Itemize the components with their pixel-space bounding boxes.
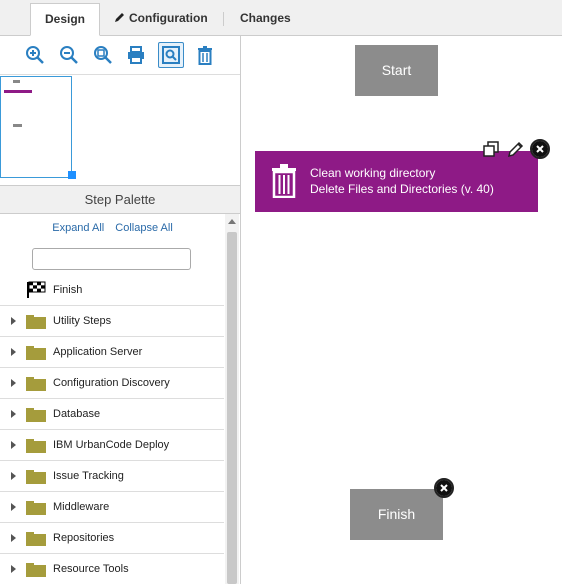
- palette-item-label: Middleware: [53, 501, 110, 513]
- palette-item-label: Finish: [53, 284, 83, 296]
- scroll-up-arrow-icon[interactable]: [228, 219, 236, 224]
- tab-configuration[interactable]: Configuration: [100, 3, 222, 36]
- palette-search-input[interactable]: [32, 248, 191, 270]
- folder-icon: [26, 501, 46, 515]
- zoom-fit-button[interactable]: [90, 42, 116, 68]
- expand-all-link[interactable]: Expand All: [52, 222, 104, 234]
- collapse-all-link[interactable]: Collapse All: [115, 222, 172, 234]
- step-type: Delete Files and Directories (v. 40): [310, 182, 494, 196]
- overview-viewport[interactable]: [0, 76, 72, 178]
- overview-start-node: [13, 80, 20, 83]
- print-icon: [128, 46, 144, 64]
- palette-folder-configuration-discovery[interactable]: Configuration Discovery: [0, 368, 224, 399]
- palette-item-label: Issue Tracking: [53, 470, 124, 482]
- overview-step-node: [4, 90, 32, 93]
- expand-arrow-icon[interactable]: [11, 503, 16, 511]
- folder-icon: [26, 532, 46, 546]
- step-palette: Expand All Collapse All Finish Utility S…: [0, 214, 240, 584]
- tab-changes-label: Changes: [240, 11, 291, 25]
- palette-item-label: Repositories: [53, 532, 115, 544]
- palette-folder-middleware[interactable]: Middleware: [0, 492, 224, 523]
- zoom-fit-icon: [94, 46, 112, 64]
- folder-icon: [26, 439, 46, 453]
- delete-button[interactable]: [192, 42, 218, 68]
- start-node[interactable]: Start: [355, 45, 438, 96]
- copy-icon[interactable]: [483, 141, 499, 157]
- palette-item-label: Application Server: [53, 346, 143, 358]
- design-toolbar: [0, 36, 240, 74]
- zoom-out-icon: [60, 46, 78, 64]
- tab-design-label: Design: [45, 12, 86, 26]
- tab-configuration-label: Configuration: [129, 11, 208, 25]
- design-canvas[interactable]: Start Clean working directory Delete Fil…: [242, 36, 562, 584]
- print-button[interactable]: [123, 42, 149, 68]
- trash-icon: [272, 164, 296, 198]
- remove-step-button[interactable]: [530, 139, 550, 159]
- tab-design[interactable]: Design: [30, 3, 101, 36]
- expand-collapse-links: Expand All Collapse All: [0, 222, 225, 234]
- tab-separator: [223, 12, 224, 26]
- folder-icon: [26, 408, 46, 422]
- overview-icon: [162, 46, 180, 64]
- palette-item-label: Utility Steps: [53, 315, 112, 327]
- palette-folder-application-server[interactable]: Application Server: [0, 337, 224, 368]
- palette-item-label: Resource Tools: [53, 563, 129, 575]
- finish-node[interactable]: Finish: [350, 489, 443, 540]
- folder-icon: [26, 315, 46, 329]
- palette-item-finish[interactable]: Finish: [0, 275, 224, 306]
- step-name: Clean working directory: [310, 166, 436, 180]
- step-palette-header: Step Palette: [0, 185, 240, 214]
- left-panel: Step Palette Expand All Collapse All Fin…: [0, 36, 241, 584]
- expand-arrow-icon[interactable]: [11, 472, 16, 480]
- folder-icon: [26, 563, 46, 577]
- scroll-thumb[interactable]: [227, 232, 237, 584]
- palette-folder-resource-tools[interactable]: Resource Tools: [0, 554, 224, 584]
- overview-button[interactable]: [158, 42, 184, 68]
- palette-folder-ibm-urbancode-deploy[interactable]: IBM UrbanCode Deploy: [0, 430, 224, 461]
- canvas-overview[interactable]: [0, 74, 240, 182]
- step-palette-title: Step Palette: [84, 192, 156, 207]
- zoom-in-icon: [26, 46, 44, 64]
- close-icon: [436, 480, 452, 496]
- expand-arrow-icon[interactable]: [11, 410, 16, 418]
- palette-folder-utility-steps[interactable]: Utility Steps: [0, 306, 224, 337]
- remove-finish-button[interactable]: [434, 478, 454, 498]
- palette-list: Finish Utility Steps Application Server …: [0, 275, 224, 584]
- folder-icon: [26, 377, 46, 391]
- palette-folder-issue-tracking[interactable]: Issue Tracking: [0, 461, 224, 492]
- tab-bar: Design Configuration Changes: [0, 0, 562, 36]
- edit-pencil-icon[interactable]: [507, 140, 525, 158]
- folder-icon: [26, 346, 46, 360]
- process-designer: Design Configuration Changes Step Palett…: [0, 0, 562, 584]
- palette-item-label: IBM UrbanCode Deploy: [53, 439, 170, 451]
- checkered-flag-icon: [27, 281, 46, 298]
- folder-icon: [26, 470, 46, 484]
- overview-finish-node: [13, 124, 22, 127]
- palette-folder-repositories[interactable]: Repositories: [0, 523, 224, 554]
- zoom-out-button[interactable]: [56, 42, 82, 68]
- finish-node-label: Finish: [377, 506, 416, 522]
- close-icon: [532, 141, 548, 157]
- trash-icon: [198, 46, 212, 65]
- palette-item-label: Configuration Discovery: [53, 377, 170, 389]
- pencil-icon: [115, 13, 124, 22]
- step-node[interactable]: Clean working directory Delete Files and…: [255, 151, 538, 212]
- palette-scrollbar[interactable]: [225, 214, 239, 584]
- tab-changes[interactable]: Changes: [226, 3, 305, 36]
- zoom-in-button[interactable]: [22, 42, 48, 68]
- overview-resize-handle[interactable]: [68, 171, 76, 179]
- expand-arrow-icon[interactable]: [11, 317, 16, 325]
- expand-arrow-icon[interactable]: [11, 441, 16, 449]
- start-node-label: Start: [381, 62, 412, 78]
- expand-arrow-icon[interactable]: [11, 379, 16, 387]
- palette-folder-database[interactable]: Database: [0, 399, 224, 430]
- expand-arrow-icon[interactable]: [11, 348, 16, 356]
- expand-arrow-icon[interactable]: [11, 565, 16, 573]
- palette-item-label: Database: [53, 408, 101, 420]
- expand-arrow-icon[interactable]: [11, 534, 16, 542]
